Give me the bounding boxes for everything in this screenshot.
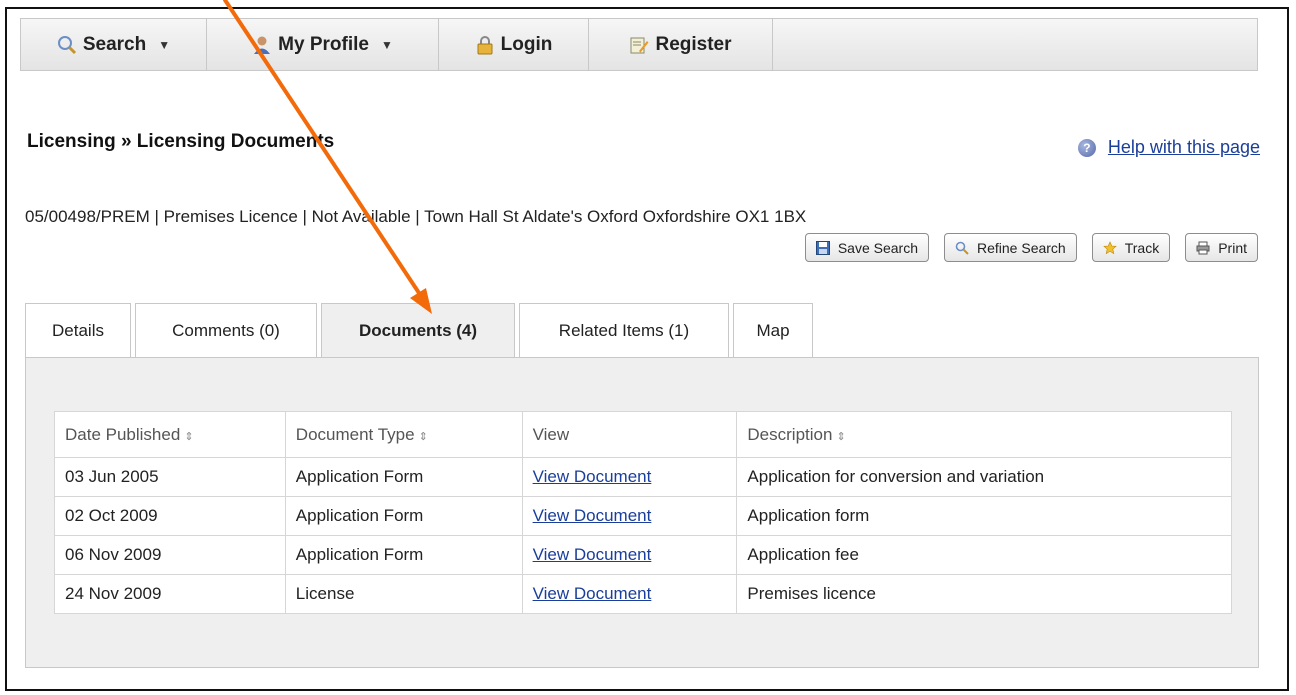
refine-search-label: Refine Search (977, 239, 1066, 256)
tab-map[interactable]: Map (733, 303, 813, 358)
column-header-document-type[interactable]: Document Type ⇕ (284, 411, 523, 458)
nav-login-link[interactable]: Login (439, 19, 589, 70)
cell-description: Premises licence (736, 574, 1232, 614)
cell-description: Application form (736, 496, 1232, 536)
cell-document-type: Application Form (284, 457, 523, 497)
record-summary: 05/00498/PREM | Premises Licence | Not A… (25, 207, 807, 226)
print-label: Print (1218, 239, 1247, 256)
register-form-icon (629, 35, 649, 55)
track-label: Track (1124, 239, 1160, 256)
view-document-link[interactable]: View Document (533, 584, 652, 603)
action-toolbar: Save Search Refine Search Track Print (804, 233, 1258, 262)
sort-icon: ⇕ (836, 430, 846, 443)
column-header-description[interactable]: Description ⇕ (736, 411, 1232, 458)
user-icon (252, 35, 272, 55)
sort-icon: ⇕ (418, 430, 428, 443)
tab-related-items[interactable]: Related Items (1) (519, 303, 729, 358)
cell-date: 03 Jun 2005 (54, 457, 286, 497)
record-tabs: Details Comments (0) Documents (4) Relat… (25, 303, 813, 358)
cell-document-type: Application Form (284, 496, 523, 536)
cell-description: Application for conversion and variation (736, 457, 1232, 497)
page-title: Licensing » Licensing Documents (27, 131, 335, 152)
magnifier-icon (57, 35, 77, 55)
cell-view: View Document (521, 574, 738, 614)
view-document-link[interactable]: View Document (533, 545, 652, 564)
nav-search-label: Search (82, 33, 147, 55)
help-section: ? Help with this page (1077, 137, 1260, 158)
documents-panel: Date Published ⇕ Document Type ⇕ View Desc… (25, 357, 1259, 668)
documents-table: Date Published ⇕ Document Type ⇕ View Desc… (54, 411, 1232, 614)
table-row: 02 Oct 2009 Application Form View Docume… (54, 496, 1232, 536)
magnifier-icon (955, 241, 969, 255)
nav-search-menu[interactable]: Search ▼ (21, 19, 207, 70)
main-nav-bar: Search ▼ My Profile ▼ Login Register (20, 18, 1258, 71)
cell-description: Application fee (736, 535, 1232, 575)
printer-icon (1196, 241, 1210, 255)
floppy-disk-icon (815, 240, 830, 255)
chevron-down-icon: ▼ (158, 37, 171, 52)
cell-document-type: Application Form (284, 535, 523, 575)
table-header-row: Date Published ⇕ Document Type ⇕ View Desc… (54, 411, 1232, 458)
cell-view: View Document (521, 535, 738, 575)
table-row: 24 Nov 2009 License View Document Premis… (54, 574, 1232, 614)
cell-document-type: License (284, 574, 523, 614)
help-question-icon: ? (1077, 138, 1096, 157)
sort-icon: ⇕ (184, 430, 194, 443)
column-header-date-published[interactable]: Date Published ⇕ (54, 411, 286, 458)
nav-login-label: Login (500, 33, 553, 55)
tab-details[interactable]: Details (25, 303, 131, 358)
column-header-view: View (521, 411, 738, 458)
tab-documents[interactable]: Documents (4) (321, 303, 515, 358)
save-search-button[interactable]: Save Search (804, 233, 929, 262)
star-icon (1102, 240, 1117, 255)
cell-view: View Document (521, 496, 738, 536)
refine-search-button[interactable]: Refine Search (944, 233, 1077, 262)
save-search-label: Save Search (837, 239, 918, 256)
cell-date: 02 Oct 2009 (54, 496, 286, 536)
view-document-link[interactable]: View Document (533, 467, 652, 486)
table-row: 03 Jun 2005 Application Form View Docume… (54, 457, 1232, 497)
cell-view: View Document (521, 457, 738, 497)
track-button[interactable]: Track (1091, 233, 1171, 262)
table-row: 06 Nov 2009 Application Form View Docume… (54, 535, 1232, 575)
nav-register-label: Register (655, 33, 732, 55)
cell-date: 24 Nov 2009 (54, 574, 286, 614)
print-button[interactable]: Print (1185, 233, 1258, 262)
nav-my-profile-menu[interactable]: My Profile ▼ (207, 19, 439, 70)
cell-date: 06 Nov 2009 (54, 535, 286, 575)
tab-comments[interactable]: Comments (0) (135, 303, 317, 358)
nav-my-profile-label: My Profile (278, 33, 369, 55)
view-document-link[interactable]: View Document (533, 506, 652, 525)
chevron-down-icon: ▼ (380, 37, 393, 52)
help-with-page-link[interactable]: Help with this page (1108, 137, 1260, 158)
padlock-icon (475, 35, 495, 55)
nav-register-link[interactable]: Register (589, 19, 773, 70)
